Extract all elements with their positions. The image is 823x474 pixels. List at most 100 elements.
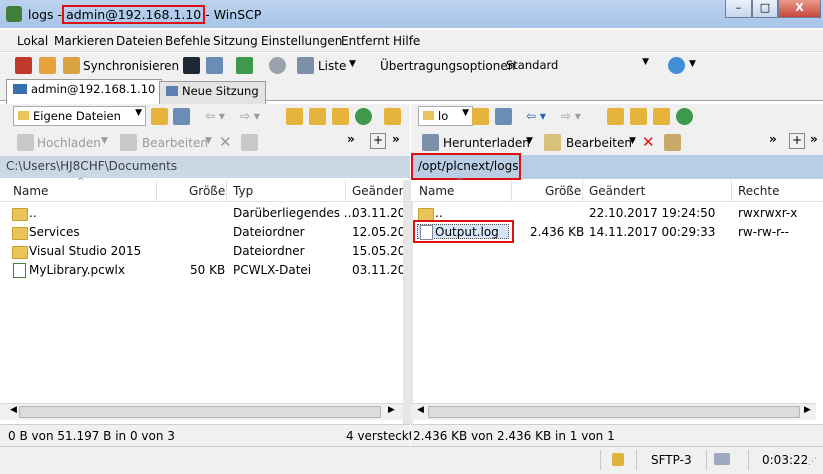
forward-arrow-icon[interactable]: ⇨ ▾ (240, 109, 260, 123)
menu-sitzung[interactable]: Sitzung (213, 34, 258, 48)
open-folder-icon[interactable] (472, 108, 489, 125)
queue-list-button[interactable]: Liste (318, 59, 346, 73)
left-row-1-type: Dateiordner (233, 225, 305, 239)
maximize-button[interactable]: □ (752, 0, 778, 18)
scroll-left-arrow-icon[interactable]: ◀ (417, 405, 424, 415)
more-chevron-icon-2[interactable]: » (810, 132, 818, 146)
rename-icon[interactable] (664, 134, 681, 151)
close-button[interactable]: X (778, 0, 821, 18)
download-dropdown-arrow[interactable]: ▼ (526, 136, 533, 146)
add-icon[interactable]: + (789, 133, 805, 149)
edit-dropdown-arrow[interactable]: ▼ (205, 136, 212, 146)
edit-icon[interactable] (120, 134, 137, 151)
resize-grip-icon[interactable]: ⋰ (808, 457, 817, 467)
scroll-right-arrow-icon[interactable]: ▶ (388, 405, 395, 415)
queue-dropdown-arrow[interactable]: ▼ (349, 59, 356, 69)
gear-icon[interactable] (269, 57, 286, 74)
more-chevron-icon-2[interactable]: » (392, 132, 400, 146)
refresh-icon[interactable] (355, 108, 372, 125)
left-location-select[interactable]: Eigene Dateien ▼ (13, 106, 146, 126)
globe-icon[interactable] (668, 57, 685, 74)
queue-list-icon[interactable] (297, 57, 314, 74)
download-button[interactable]: Herunterladen (443, 136, 530, 150)
edit-icon[interactable] (544, 134, 561, 151)
menu-markieren[interactable]: Markieren (54, 34, 114, 48)
filter-icon[interactable] (495, 108, 512, 125)
menu-dateien[interactable]: Dateien (116, 34, 163, 48)
find-files-icon[interactable] (384, 108, 401, 125)
filter-icon[interactable] (173, 108, 190, 125)
download-icon[interactable] (422, 134, 439, 151)
add-icon[interactable]: + (370, 133, 386, 149)
rename-icon[interactable] (241, 134, 258, 151)
left-horizontal-scrollbar[interactable]: ◀ ▶ (0, 403, 403, 420)
left-row-3-name[interactable]: MyLibrary.pcwlx (29, 263, 125, 277)
app-icon[interactable] (6, 6, 22, 22)
menu-hilfe[interactable]: Hilfe (393, 34, 420, 48)
file-icon (13, 263, 26, 278)
right-row-0-name[interactable]: .. (435, 206, 443, 220)
putty-icon[interactable] (206, 57, 223, 74)
left-row-1-name[interactable]: Services (29, 225, 80, 239)
compare-dirs-icon[interactable] (15, 57, 32, 74)
home-dir-icon[interactable] (332, 108, 349, 125)
chevron-down-icon: ▼ (642, 57, 649, 67)
col-size[interactable]: Größe (545, 184, 581, 198)
forward-arrow-icon[interactable]: ⇨ ▾ (561, 109, 581, 123)
col-changed[interactable]: Geändert (352, 184, 408, 198)
open-folder-icon[interactable] (151, 108, 168, 125)
synchronize-button[interactable]: Synchronisieren (83, 59, 179, 73)
menu-entfernt[interactable]: Entfernt (341, 34, 390, 48)
upload-dropdown-arrow[interactable]: ▼ (101, 136, 108, 146)
col-name[interactable]: Name (419, 184, 454, 198)
refresh-remote-icon[interactable] (236, 57, 253, 74)
sync-browse-icon[interactable] (39, 57, 56, 74)
delete-icon[interactable]: ✕ (219, 133, 232, 151)
session-status-bar: SFTP-3 0:03:22 ⋰ (0, 446, 823, 474)
scrollbar-thumb[interactable] (19, 406, 381, 418)
scrollbar-thumb[interactable] (428, 406, 800, 418)
home-dir-icon[interactable] (653, 108, 670, 125)
edit-dropdown-arrow[interactable]: ▼ (629, 136, 636, 146)
right-path-highlight[interactable]: /opt/plcnext/logs (411, 153, 521, 180)
scroll-right-arrow-icon[interactable]: ▶ (804, 405, 811, 415)
left-path-bar[interactable]: C:\Users\HJ8CHF\Documents (0, 156, 410, 178)
refresh-icon[interactable] (676, 108, 693, 125)
transfer-preset-select[interactable]: Standard ▼ (502, 56, 652, 76)
col-type[interactable]: Typ (233, 184, 253, 198)
right-row-1-name[interactable]: Output.log (435, 225, 499, 239)
menu-befehle[interactable]: Befehle (165, 34, 211, 48)
col-name[interactable]: Name (13, 184, 48, 198)
menu-lokal[interactable]: Lokal (17, 34, 48, 48)
root-dir-icon[interactable] (630, 108, 647, 125)
parent-dir-icon[interactable] (607, 108, 624, 125)
minimize-button[interactable]: – (725, 0, 752, 18)
col-size[interactable]: Größe (189, 184, 225, 198)
upload-icon[interactable] (17, 134, 34, 151)
root-dir-icon[interactable] (309, 108, 326, 125)
title-bar: logs - admin@192.168.1.10 - WinSCP – □ X (0, 0, 823, 28)
delete-icon[interactable]: ✕ (642, 133, 655, 151)
more-chevron-icon[interactable]: » (769, 132, 777, 146)
left-row-0-type: Darüberliegendes ... (233, 206, 356, 220)
col-changed[interactable]: Geändert (589, 184, 645, 198)
edit-button[interactable]: Bearbeiten (142, 136, 208, 150)
synchronize-icon[interactable] (63, 57, 80, 74)
scroll-left-arrow-icon[interactable]: ◀ (10, 405, 17, 415)
upload-button[interactable]: Hochladen (37, 136, 101, 150)
globe-dropdown-arrow[interactable]: ▼ (689, 59, 696, 69)
tab-new-session[interactable]: Neue Sitzung (159, 81, 266, 104)
edit-button[interactable]: Bearbeiten (566, 136, 632, 150)
menu-einstellungen[interactable]: Einstellungen (261, 34, 342, 48)
left-row-0-name[interactable]: .. (29, 206, 37, 220)
console-icon[interactable] (183, 57, 200, 74)
more-chevron-icon[interactable]: » (347, 132, 355, 146)
parent-dir-icon[interactable] (286, 108, 303, 125)
back-arrow-icon[interactable]: ⇦ ▾ (205, 109, 225, 123)
right-horizontal-scrollbar[interactable]: ◀ ▶ (411, 403, 816, 420)
left-row-2-name[interactable]: Visual Studio 2015 (29, 244, 141, 258)
back-arrow-icon[interactable]: ⇦ ▾ (526, 109, 546, 123)
col-rights[interactable]: Rechte (738, 184, 779, 198)
right-location-select[interactable]: lo ▼ (418, 106, 473, 126)
tab-session[interactable]: admin@192.168.1.10 (6, 79, 163, 104)
